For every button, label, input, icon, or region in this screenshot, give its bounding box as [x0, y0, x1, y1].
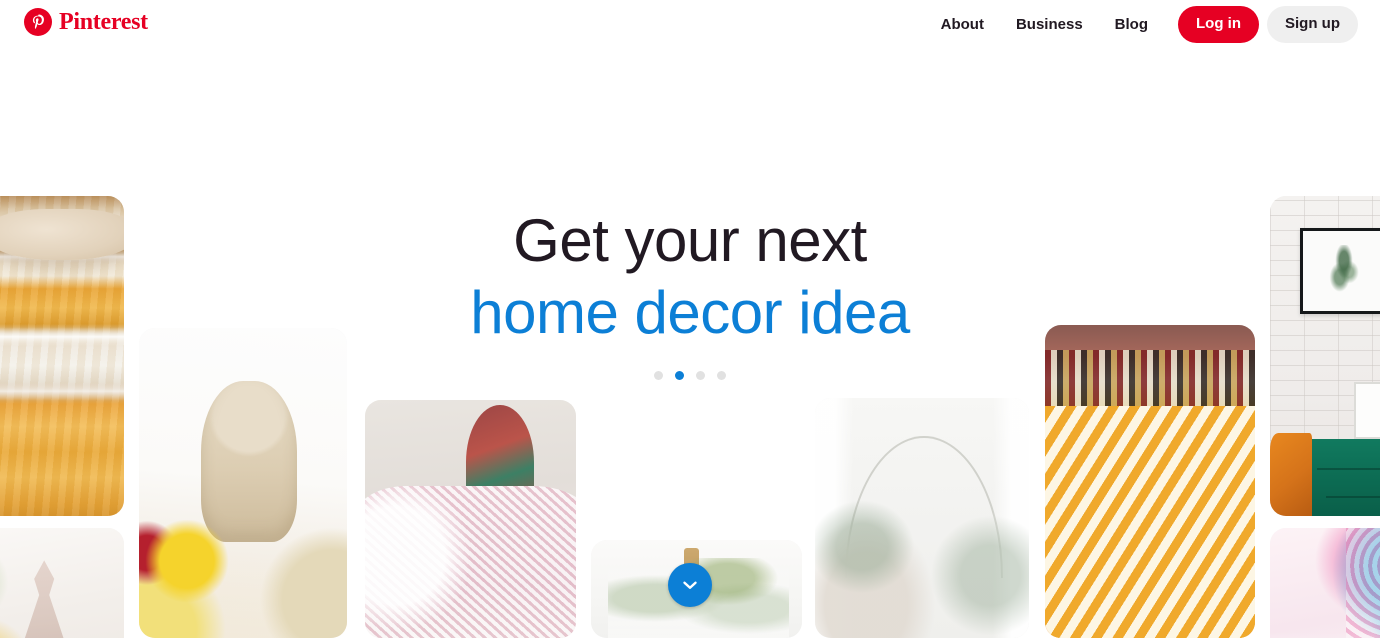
ikat-green-block — [1116, 415, 1159, 518]
nav-link-about[interactable]: About — [925, 8, 1000, 41]
tile-brick-gallery-wall[interactable] — [1270, 196, 1380, 516]
tile-white-minimal-room-image — [815, 398, 1029, 638]
carousel-dot-2[interactable] — [675, 371, 684, 380]
carousel-dots — [0, 371, 1380, 380]
ikat-yellow-block — [1045, 406, 1119, 560]
carousel-dot-4[interactable] — [717, 371, 726, 380]
sign-up-button[interactable]: Sign up — [1267, 6, 1358, 43]
pinterest-logo-icon — [24, 8, 52, 36]
scroll-down-button[interactable] — [668, 563, 712, 607]
nav-link-blog[interactable]: Blog — [1099, 8, 1164, 41]
nav-link-business[interactable]: Business — [1000, 8, 1099, 41]
ikat-pink-block — [1158, 415, 1230, 518]
pinterest-wordmark: Pinterest — [59, 9, 148, 35]
tile-crochet-blanket[interactable] — [1270, 528, 1380, 638]
tile-shelves-pillows[interactable] — [0, 196, 124, 516]
ikat-bottom-block — [1045, 549, 1255, 606]
chevron-down-icon — [679, 574, 701, 596]
ikat-pattern-blocks — [1045, 406, 1255, 638]
log-in-button[interactable]: Log in — [1178, 6, 1259, 43]
tile-white-minimal-room[interactable] — [815, 398, 1029, 638]
carousel-dot-1[interactable] — [654, 371, 663, 380]
pinterest-landing-page: Pinterest About Business Blog Log in Sig… — [0, 0, 1380, 638]
leaf-artwork-icon — [1326, 245, 1362, 297]
orange-pillow — [1270, 432, 1312, 516]
tile-pink-patterned-pillows-image — [365, 400, 576, 638]
image-collage — [0, 0, 1380, 638]
small-quote-frame — [1353, 381, 1380, 440]
ikat-bottom-strip — [1045, 605, 1255, 634]
tile-brick-gallery-wall-image — [1270, 196, 1380, 516]
framed-botanical-print-1 — [1300, 228, 1380, 315]
carousel-dot-3[interactable] — [696, 371, 705, 380]
tile-white-table-setting-image — [0, 528, 124, 638]
tile-white-table-setting[interactable] — [0, 528, 124, 638]
pinterest-logo[interactable]: Pinterest — [24, 8, 148, 36]
header-nav: About Business Blog Log in Sign up — [925, 6, 1358, 43]
site-header: Pinterest About Business Blog Log in Sig… — [0, 0, 1380, 48]
tile-shelves-pillows-image — [0, 196, 124, 516]
green-dresser — [1304, 439, 1380, 516]
tile-crochet-blanket-image — [1270, 528, 1380, 638]
tile-pink-patterned-pillows[interactable] — [365, 400, 576, 638]
